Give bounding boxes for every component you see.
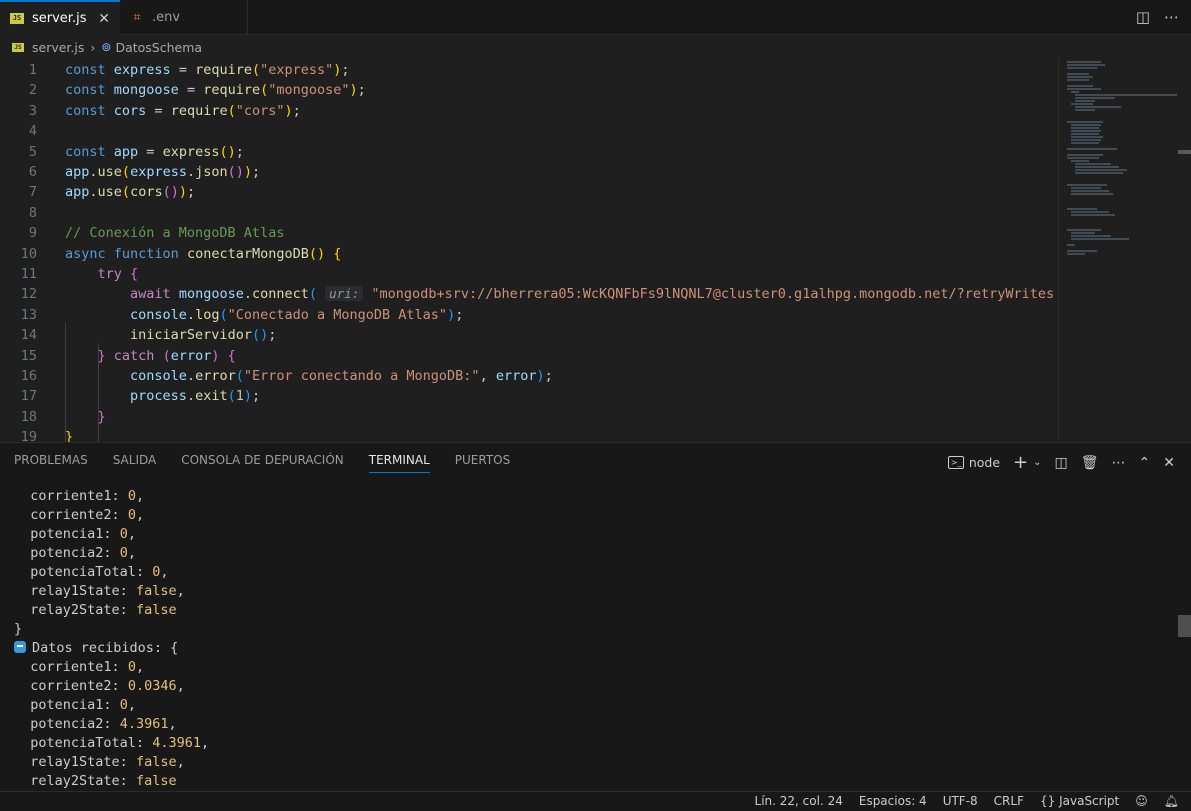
new-terminal-icon[interactable]: + [1013,452,1028,473]
line-number: 18 [20,408,37,425]
tab-problems[interactable]: PROBLEMAS [14,453,88,473]
tab-terminal[interactable]: TERMINAL [368,453,430,473]
line-number: 17 [20,388,37,405]
editor-actions: ◫ ⋯ [1136,8,1179,26]
indentation[interactable]: Espacios: 4 [859,794,927,808]
breadcrumb-symbol[interactable]: DatosSchema [115,40,202,55]
terminal-line: relay2State: false [30,773,177,789]
terminal-line: potencia1: 0, [30,526,136,542]
breadcrumb-file[interactable]: server.js [32,40,84,55]
line-number: 1 [28,62,37,78]
terminal-line: potencia2: 4.3961, [30,716,177,732]
split-editor-icon[interactable]: ◫ [1136,8,1150,26]
line-number: 7 [28,184,37,201]
terminal-line: relay1State: false, [30,754,185,770]
js-file-icon: JS [10,13,24,24]
line-endings[interactable]: CRLF [994,794,1024,808]
terminal-line: potencia2: 0, [30,545,136,561]
close-icon[interactable]: ✕ [98,11,110,27]
tab-ports[interactable]: PUERTOS [455,453,510,473]
chevron-down-icon[interactable]: ⌄ [1033,457,1041,468]
tab-env[interactable]: ⌗ .env [120,0,248,35]
minimap[interactable] [1058,58,1178,442]
terminal-line: potencia1: 0, [30,697,136,713]
encoding[interactable]: UTF-8 [943,794,978,808]
indent-guide [98,425,99,442]
braces-icon: {} [1039,794,1056,808]
more-actions-icon[interactable]: ⋯ [1112,455,1126,471]
line-number: 11 [20,266,37,282]
tab-label: server.js [32,11,87,26]
tab-debug-console[interactable]: CONSOLA DE DEPURACIÓN [181,453,344,473]
tab-label: .env [152,10,181,25]
terminal-line: corriente1: 0, [30,488,145,504]
line-number: 8 [28,204,37,221]
terminal-scrollbar[interactable] [1178,615,1191,637]
terminal-line: corriente2: 0.0346, [30,678,185,694]
line-number: 10 [20,245,37,262]
line-number: 12 [20,286,37,303]
bottom-panel: PROBLEMAS SALIDA CONSOLA DE DEPURACIÓN T… [0,442,1191,791]
terminal-name: node [968,455,1001,470]
line-number: 5 [28,143,37,160]
panel-actions: >_ node + ⌄ ◫ 🗑 ⋯ ⌃ ✕ [947,452,1175,473]
code-editor[interactable]: 1 const express = require("express"); 2 co… [0,58,1191,442]
chevron-right-icon: › [90,39,96,55]
tab-output[interactable]: SALIDA [113,453,157,473]
more-actions-icon[interactable]: ⋯ [1164,8,1179,26]
panel-tabs: PROBLEMAS SALIDA CONSOLA DE DEPURACIÓN T… [14,453,510,473]
robot-icon [14,641,26,653]
line-number: 14 [20,327,37,344]
terminal-line: corriente1: 0, [30,659,145,675]
line-number: 9 [28,225,37,242]
trash-icon[interactable]: 🗑 [1081,455,1099,471]
split-terminal-icon[interactable]: ◫ [1055,455,1068,471]
terminal-selector[interactable]: >_ node [947,455,1001,470]
language-mode[interactable]: {} JavaScript [1040,794,1119,808]
maximize-panel-icon[interactable]: ⌃ [1139,455,1151,471]
copilot-icon[interactable]: ☺ [1135,794,1148,808]
terminal-line: relay1State: false, [30,583,185,599]
editor-scrollbar[interactable] [1178,150,1191,154]
terminal-output[interactable]: corriente1: 0, corriente2: 0, potencia1:… [0,487,1191,790]
cursor-position[interactable]: Lín. 22, col. 24 [755,794,843,808]
line-number: 6 [28,164,37,180]
line-number: 3 [28,102,37,119]
close-panel-icon[interactable]: ✕ [1163,455,1175,471]
terminal-icon: >_ [947,456,964,469]
terminal-line: potenciaTotal: 4.3961, [30,735,210,751]
tab-server-js[interactable]: JS server.js ✕ [0,0,120,35]
line-number: 2 [28,82,37,99]
js-file-icon: JS [12,42,24,52]
bell-icon[interactable]: 🔔︎ [1164,794,1179,808]
line-number: 15 [20,347,37,364]
line-number: 4 [28,123,37,140]
terminal-line: Datos recibidos: { [14,639,178,658]
status-bar: Lín. 22, col. 24 Espacios: 4 UTF-8 CRLF … [0,791,1191,811]
editor-tab-bar: JS server.js ✕ ⌗ .env ◫ ⋯ [0,0,1191,35]
line-number: 16 [20,368,37,384]
breadcrumb: JS server.js › ⊚ DatosSchema [0,36,1191,58]
terminal-line: relay2State: false [30,602,177,618]
line-number: 19 [20,429,37,442]
symbol-variable-icon: ⊚ [101,40,112,54]
terminal-line: corriente2: 0, [30,507,145,523]
terminal-line: } [14,621,23,637]
line-number: 13 [20,306,37,323]
env-file-icon: ⌗ [133,9,141,25]
terminal-line: potenciaTotal: 0, [30,564,169,580]
inlay-hint: uri: [325,286,364,302]
